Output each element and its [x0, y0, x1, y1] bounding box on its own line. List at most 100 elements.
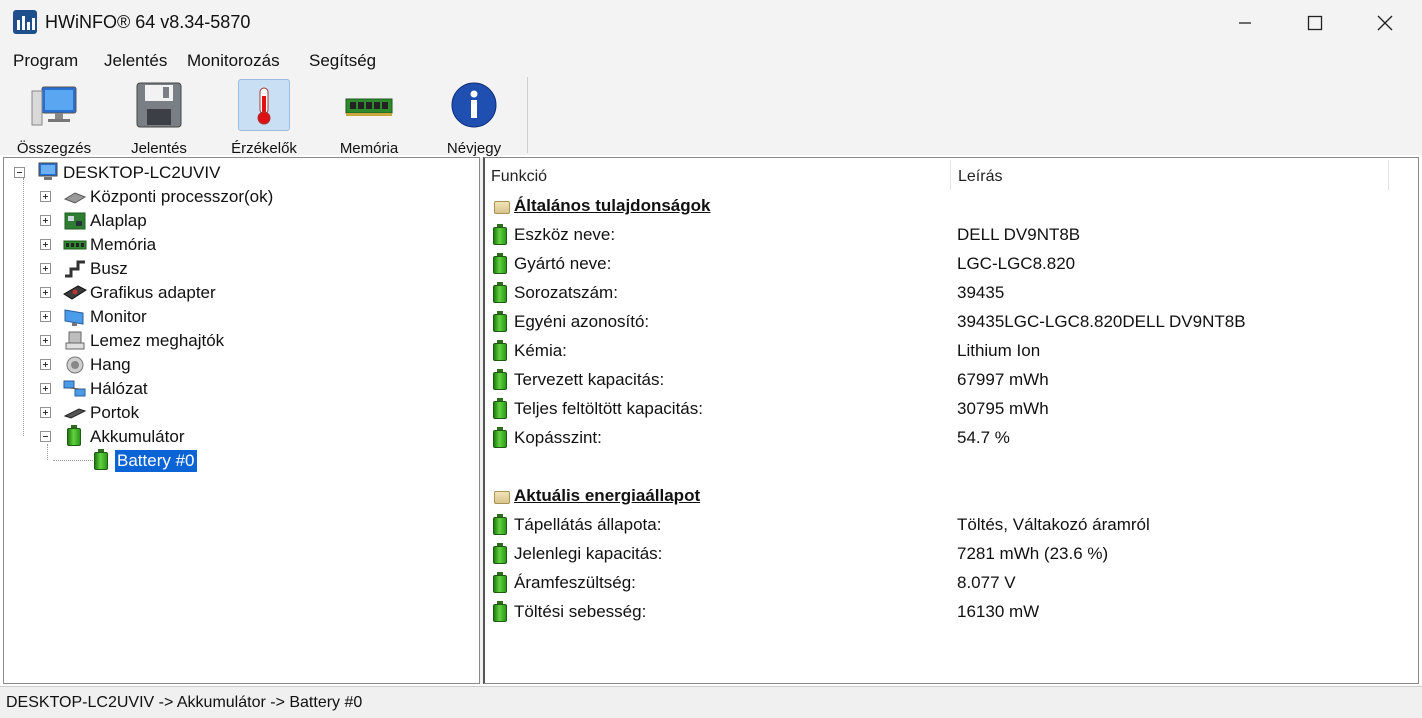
row-value: 67997 mWh: [957, 370, 1049, 389]
expand-icon[interactable]: [40, 287, 51, 298]
tree-item-motherboard[interactable]: Alaplap: [4, 209, 474, 233]
section-icon: [492, 195, 510, 217]
tree-item-ports[interactable]: Portok: [4, 401, 474, 425]
tree-item-graphics[interactable]: Grafikus adapter: [4, 281, 474, 305]
tree-item-sound[interactable]: Hang: [4, 353, 474, 377]
tree-item-monitor[interactable]: Monitor: [4, 305, 474, 329]
about-button[interactable]: Névjegy: [439, 79, 509, 157]
tree-item-battery-0[interactable]: Battery #0: [4, 449, 474, 473]
expand-icon[interactable]: [40, 383, 51, 394]
menu-program[interactable]: Program: [13, 51, 78, 71]
tree-item-disk-drives[interactable]: Lemez meghajtók: [4, 329, 474, 353]
expand-icon[interactable]: [40, 359, 51, 370]
blank-row: [485, 452, 1419, 481]
memory-module-icon: [343, 79, 395, 131]
expand-icon[interactable]: [40, 239, 51, 250]
battery-icon: [492, 398, 510, 420]
column-header-function[interactable]: Funkció: [491, 158, 946, 191]
section-header-row[interactable]: Aktuális energiaállapot: [485, 481, 1419, 510]
detail-row[interactable]: Tápellátás állapota: Töltés, Váltakozó ár…: [485, 510, 1419, 539]
detail-row[interactable]: Töltési sebesség: 16130 mW: [485, 597, 1419, 626]
expand-icon[interactable]: [40, 263, 51, 274]
row-value: 39435LGC-LGC8.820DELL DV9NT8B: [957, 312, 1246, 331]
collapse-icon[interactable]: [40, 431, 51, 442]
report-button[interactable]: Jelentés: [124, 79, 194, 157]
battery-icon: [492, 601, 510, 623]
tree-label: Monitor: [90, 307, 147, 326]
tree-item-cpu[interactable]: Központi processzor(ok): [4, 185, 474, 209]
battery-icon: [93, 449, 117, 470]
column-header-description[interactable]: Leírás: [958, 158, 1388, 191]
toolbar-label: Memória: [339, 140, 399, 157]
detail-row[interactable]: Teljes feltöltött kapacitás: 30795 mWh: [485, 394, 1419, 423]
detail-row[interactable]: Kopásszint: 54.7 %: [485, 423, 1419, 452]
detail-row[interactable]: Gyártó neve: LGC-LGC8.820: [485, 249, 1419, 278]
menu-report[interactable]: Jelentés: [104, 51, 167, 71]
detail-row[interactable]: Tervezett kapacitás: 67997 mWh: [485, 365, 1419, 394]
tree-label: Akkumulátor: [90, 427, 185, 446]
tree-item-memory[interactable]: Memória: [4, 233, 474, 257]
menu-monitoring[interactable]: Monitorozás: [187, 51, 280, 71]
detail-row[interactable]: Sorozatszám: 39435: [485, 278, 1419, 307]
detail-row[interactable]: Kémia: Lithium Ion: [485, 336, 1419, 365]
maximize-button[interactable]: [1280, 0, 1350, 45]
close-icon: [1377, 15, 1393, 30]
battery-icon: [492, 572, 510, 594]
row-label: Sorozatszám:: [514, 283, 618, 302]
minimize-button[interactable]: [1210, 0, 1280, 45]
detail-row[interactable]: Eszköz neve: DELL DV9NT8B: [485, 220, 1419, 249]
section-title: Általános tulajdonságok: [514, 196, 711, 215]
minimize-icon: [1239, 21, 1251, 24]
expand-icon[interactable]: [40, 311, 51, 322]
tree-item-battery[interactable]: Akkumulátor: [4, 425, 474, 449]
row-label: Tápellátás állapota:: [514, 515, 662, 534]
detail-row[interactable]: Áramfeszültség: 8.077 V: [485, 568, 1419, 597]
tree-item-bus[interactable]: Busz: [4, 257, 474, 281]
info-icon: [448, 79, 500, 131]
tree-label: Alaplap: [90, 211, 147, 230]
tree-label: Központi processzor(ok): [90, 187, 274, 206]
battery-icon: [492, 369, 510, 391]
row-value: Lithium Ion: [957, 341, 1041, 360]
tree-item-network[interactable]: Hálózat: [4, 377, 474, 401]
toolbar-label: Névjegy: [446, 140, 502, 157]
tree-label: Memória: [90, 235, 157, 254]
collapse-icon[interactable]: [14, 167, 25, 178]
monitor-icon: [28, 79, 80, 131]
section-icon: [492, 485, 510, 507]
expand-icon[interactable]: [40, 335, 51, 346]
tree-label: Hálózat: [90, 379, 148, 398]
row-value: 16130 mW: [957, 602, 1040, 621]
battery-icon: [492, 514, 510, 536]
menu-help[interactable]: Segítség: [309, 51, 376, 71]
expand-icon[interactable]: [40, 407, 51, 418]
tree-item-root[interactable]: DESKTOP-LC2UVIV: [4, 161, 474, 185]
battery-icon: [492, 340, 510, 362]
row-label: Gyártó neve:: [514, 254, 612, 273]
device-tree[interactable]: DESKTOP-LC2UVIV Központi processzor(ok) …: [3, 157, 480, 684]
section-header-row[interactable]: Általános tulajdonságok: [485, 191, 1419, 220]
toolbar-label: Jelentés: [131, 140, 187, 157]
bus-icon: [63, 259, 87, 279]
expand-icon[interactable]: [40, 215, 51, 226]
sensors-button[interactable]: Érzékelők: [228, 79, 300, 157]
detail-row[interactable]: Jelenlegi kapacitás: 7281 mWh (23.6 %): [485, 539, 1419, 568]
details-list[interactable]: Funkció Leírás Általános tulajdonságok Es…: [483, 157, 1419, 684]
window-title: HWiNFO® 64 v8.34-5870: [45, 12, 251, 32]
detail-row[interactable]: Egyéni azonosító: 39435LGC-LGC8.820DELL D…: [485, 307, 1419, 336]
hwinfo-app-icon: [13, 10, 37, 34]
row-label: Kémia:: [514, 341, 567, 360]
close-button[interactable]: [1350, 0, 1420, 45]
tree-label: Portok: [90, 403, 140, 422]
computer-icon: [36, 162, 60, 182]
summary-button[interactable]: Összegzés: [14, 79, 94, 157]
battery-icon: [66, 425, 90, 446]
tree-label: Hang: [90, 355, 131, 374]
row-label: Töltési sebesség:: [514, 602, 647, 621]
row-value: DELL DV9NT8B: [957, 225, 1081, 244]
memory-button[interactable]: Memória: [334, 79, 404, 157]
column-separator[interactable]: [1388, 160, 1389, 190]
column-separator[interactable]: [950, 160, 951, 190]
row-value: 30795 mWh: [957, 399, 1049, 418]
expand-icon[interactable]: [40, 191, 51, 202]
